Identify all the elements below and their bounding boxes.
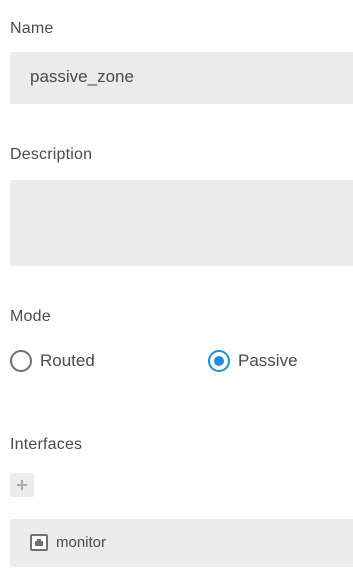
interfaces-label: Interfaces xyxy=(10,436,83,453)
name-input[interactable]: passive_zone xyxy=(10,52,353,104)
mode-label: Mode xyxy=(10,308,51,325)
radio-checked-icon xyxy=(208,350,230,372)
add-interface-button[interactable] xyxy=(10,473,34,497)
interface-list-item[interactable]: monitor xyxy=(10,519,353,567)
name-input-value: passive_zone xyxy=(30,67,134,86)
mode-passive-radio[interactable]: Passive xyxy=(208,350,298,372)
radio-unchecked-icon xyxy=(10,350,32,372)
interface-label: monitor xyxy=(56,534,107,551)
name-label: Name xyxy=(10,20,54,37)
description-textarea[interactable] xyxy=(10,180,353,266)
mode-passive-label: Passive xyxy=(238,351,298,370)
mode-routed-label: Routed xyxy=(40,351,95,370)
interface-icon xyxy=(30,534,48,551)
description-label: Description xyxy=(10,146,93,163)
mode-routed-radio[interactable]: Routed xyxy=(10,350,95,372)
